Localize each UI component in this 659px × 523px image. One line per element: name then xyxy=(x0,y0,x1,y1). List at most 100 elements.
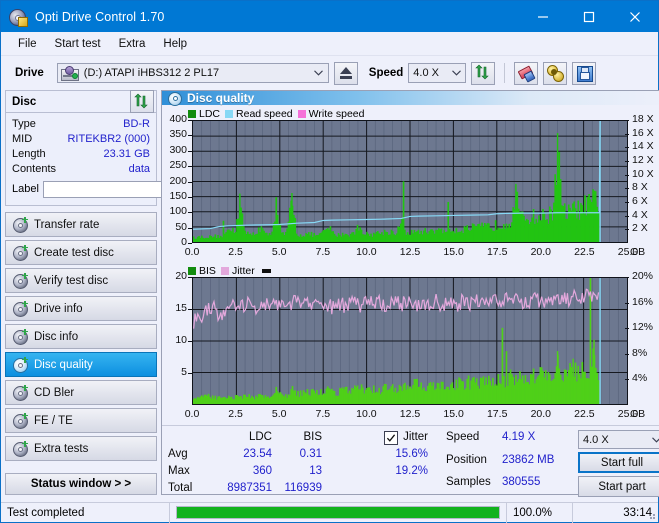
legend-ldc: LDC xyxy=(188,108,220,120)
x-axis-label: 0.0 xyxy=(184,246,200,258)
sidebar-item-label: Transfer rate xyxy=(34,218,100,231)
chart-ldc: 400 350 300 250 200 150 100 50 0 18 X 16 X 14 X 12 X… xyxy=(164,113,659,262)
legend-swatch xyxy=(220,266,229,275)
y-axis-tick xyxy=(188,309,192,310)
start-full-button[interactable]: Start full xyxy=(578,452,659,473)
jitter-checkbox-row[interactable]: Jitter xyxy=(332,430,428,445)
stats-header-ldc: LDC xyxy=(248,431,272,443)
x-axis-label: 22.5 xyxy=(574,408,595,420)
legend-read-speed: Read speed xyxy=(225,108,293,120)
stats-bis-max: 13 xyxy=(309,465,322,477)
legend-swatch xyxy=(297,109,306,118)
start-part-button[interactable]: Start part xyxy=(578,476,659,497)
sidebar-item-label: Verify test disc xyxy=(34,274,109,287)
legend-label: Write speed xyxy=(308,107,365,120)
speed-info-label: Speed xyxy=(446,431,480,443)
headphone-icon xyxy=(546,64,565,82)
x-axis-label: 7.5 xyxy=(315,408,331,420)
body: Disc Type BD-R MID RITEKBR2 (000) Length… xyxy=(1,90,659,497)
sidebar-item-create-test-disc[interactable]: Create test disc xyxy=(5,240,157,265)
refresh-icon xyxy=(133,93,151,111)
window-controls xyxy=(520,1,658,32)
y-axis-label: 5 xyxy=(181,366,187,378)
menu-extra[interactable]: Extra xyxy=(110,35,155,53)
save-button[interactable] xyxy=(572,61,597,85)
sidebar-item-verify-test-disc[interactable]: Verify test disc xyxy=(5,268,157,293)
legend-label: Jitter xyxy=(231,264,255,277)
disc-icon xyxy=(13,272,28,289)
sidebar-item-label: Create test disc xyxy=(34,246,114,259)
x-axis-label: 12.5 xyxy=(399,408,421,420)
stats-row-max-label: Max xyxy=(168,465,190,477)
main-panel: Disc quality LDC Read speed Write speed … xyxy=(161,90,659,497)
disc-icon xyxy=(13,300,28,317)
close-icon[interactable] xyxy=(612,1,658,32)
menu-help[interactable]: Help xyxy=(154,35,196,53)
y2-axis-tick xyxy=(625,147,629,149)
resize-grip-icon[interactable] xyxy=(646,510,656,520)
progress-container xyxy=(169,502,506,523)
y-axis-label: 300 xyxy=(169,143,187,156)
refresh-button[interactable] xyxy=(471,61,496,85)
sidebar-item-disc-quality[interactable]: Disc quality xyxy=(5,352,157,377)
disc-icon xyxy=(13,328,28,345)
y-axis-tick xyxy=(188,166,192,168)
eject-button[interactable] xyxy=(333,61,358,85)
maximize-icon[interactable] xyxy=(566,1,612,32)
disc-row-mid-value: RITEKBR2 (000) xyxy=(67,132,150,145)
sidebar-item-drive-info[interactable]: Drive info xyxy=(5,296,157,321)
menu-file[interactable]: File xyxy=(9,35,46,53)
y-axis-tick xyxy=(188,212,192,214)
chevron-down-icon xyxy=(310,70,328,76)
y2-axis-tick xyxy=(625,328,629,330)
chevron-down-icon xyxy=(447,70,465,76)
y-axis-label: 350 xyxy=(169,128,187,141)
toolbar-divider xyxy=(504,63,506,83)
status-window-button[interactable]: Status window > > xyxy=(5,473,157,495)
refresh-icon xyxy=(474,64,492,82)
legend-bis: BIS xyxy=(188,265,216,277)
stats-header-bis: BIS xyxy=(303,431,322,443)
chart2-legend: BIS Jitter xyxy=(164,264,659,277)
y2-axis-label: 8% xyxy=(632,346,648,359)
y-axis-label: 250 xyxy=(169,159,187,172)
y2-axis-label: 8 X xyxy=(632,181,648,194)
sidebar-item-extra-tests[interactable]: Extra tests xyxy=(5,436,157,461)
drive-select-value: (D:) ATAPI iHBS312 2 PL17 xyxy=(83,67,220,79)
disc-refresh-button[interactable] xyxy=(130,90,154,113)
chart-bis-jitter-plot xyxy=(192,277,628,405)
sidebar-item-transfer-rate[interactable]: Transfer rate xyxy=(5,212,157,237)
x-axis-label: 22.5 xyxy=(574,246,595,258)
y2-axis-label: 4 X xyxy=(632,208,648,221)
minimize-icon[interactable] xyxy=(520,1,566,32)
jitter-spacer xyxy=(332,481,428,496)
y-axis-tick xyxy=(188,277,192,278)
jitter-checkbox[interactable] xyxy=(384,430,399,445)
stats-ldc-total: 8987351 xyxy=(227,482,272,494)
x-axis-label: 20.0 xyxy=(530,408,552,420)
progress-fill xyxy=(177,507,499,518)
y2-axis-label: 18 X xyxy=(632,113,654,125)
sidebar-item-fe-te[interactable]: FE / TE xyxy=(5,408,157,433)
headphone-button[interactable] xyxy=(543,61,568,85)
y2-axis-label: 16 X xyxy=(632,126,654,139)
drive-select[interactable]: (D:) ATAPI iHBS312 2 PL17 xyxy=(56,63,329,83)
sidebar-item-cd-bler[interactable]: CD Bler xyxy=(5,380,157,405)
menu-start-test[interactable]: Start test xyxy=(46,35,110,53)
stats-bis-total: 116939 xyxy=(284,482,322,494)
disc-quality-icon xyxy=(168,91,182,106)
x-axis-label: 17.5 xyxy=(486,408,508,420)
x-axis-label: 5.0 xyxy=(271,246,287,258)
y-axis-tick xyxy=(188,243,192,244)
legend-swatch xyxy=(225,109,234,118)
progress-percent: 100.0% xyxy=(506,502,572,523)
speed-select[interactable]: 4.0 X xyxy=(408,63,467,83)
x-axis-label: 2.5 xyxy=(228,246,243,258)
sidebar-item-disc-info[interactable]: Disc info xyxy=(5,324,157,349)
y2-axis-tick xyxy=(625,229,629,231)
floppy-save-icon xyxy=(575,64,594,82)
test-speed-select[interactable]: 4.0 X xyxy=(578,430,659,449)
eraser-button[interactable] xyxy=(514,61,539,85)
y-axis-label: 10 xyxy=(175,334,187,346)
